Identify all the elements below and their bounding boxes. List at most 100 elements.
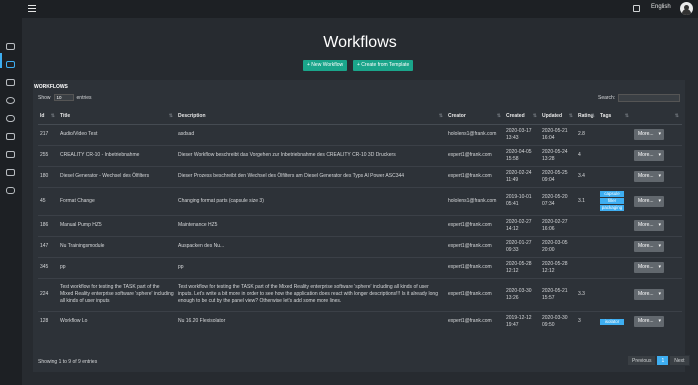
cell-description: Test workflow for testing the TASK part …: [176, 277, 446, 311]
table-row: 147 Nu Trainingsmodule Auspacken des Nu...…: [38, 235, 682, 257]
search-control: Search:: [598, 94, 681, 102]
more-dropdown-button[interactable]: More...: [634, 129, 664, 140]
cell-updated: 2020-05-24 13:28: [540, 144, 576, 166]
workflows-table: Id ⇅ Title ⇅ Description ⇅ Creator ⇅ Created…: [38, 108, 682, 332]
layers-icon[interactable]: [6, 79, 15, 86]
cell-created: 2020-05-28 12:12: [504, 256, 540, 278]
cell-actions: More...: [632, 165, 682, 187]
page-1-button[interactable]: 1: [656, 355, 670, 366]
cell-created: 2020-02-24 11:49: [504, 165, 540, 187]
devices-icon[interactable]: [6, 133, 15, 140]
cell-id: 224: [38, 277, 58, 311]
table-row: 224 Test workflow for testing the TASK pa…: [38, 277, 682, 311]
cell-created: 2019-10-01 05:41: [504, 186, 540, 215]
cell-actions: More...: [632, 256, 682, 278]
hamburger-icon[interactable]: [28, 5, 36, 12]
cell-creator: expert1@frank.com: [446, 165, 504, 187]
cell-title: Workflow Lo: [58, 310, 176, 332]
cell-title: Test workflow for testing the TASK part …: [58, 277, 176, 311]
cell-id: 147: [38, 235, 58, 257]
cell-actions: More...: [632, 186, 682, 215]
more-dropdown-button[interactable]: More...: [634, 262, 664, 273]
cell-tags: [598, 144, 632, 166]
create-from-template-button[interactable]: + Create from Template: [353, 60, 414, 71]
column-header-updated[interactable]: Updated ⇅: [540, 108, 576, 125]
cell-rating: 2.8: [576, 123, 598, 145]
more-dropdown-button[interactable]: More...: [634, 171, 664, 182]
cell-creator: expert1@frank.com: [446, 256, 504, 278]
cell-actions: More...: [632, 144, 682, 166]
column-header-description[interactable]: Description ⇅: [176, 108, 446, 125]
next-page-button[interactable]: Next: [669, 355, 690, 366]
cell-creator: expert1@frank.com: [446, 144, 504, 166]
cell-description: Dieser Workflow beschreibt das Vorgehen …: [176, 144, 446, 166]
entries-length-control: Show 10 entries: [38, 94, 92, 101]
table-row: 186 Manual Pump HZ5 Maintenance HZ5 expert1…: [38, 214, 682, 236]
column-header-tags[interactable]: Tags ⇅: [598, 108, 632, 125]
cell-tags: [598, 256, 632, 278]
cell-id: 45: [38, 186, 58, 215]
cloud-icon[interactable]: [6, 115, 15, 122]
more-dropdown-button[interactable]: More...: [634, 220, 664, 231]
cell-title: CREALITY CR-10 - Inbetriebnahme: [58, 144, 176, 166]
cell-tags: [598, 277, 632, 311]
cell-tags: isolator: [598, 310, 632, 332]
cell-title: Manual Pump HZ5: [58, 214, 176, 236]
column-header-creator[interactable]: Creator ⇅: [446, 108, 504, 125]
cell-description: asdsad: [176, 123, 446, 145]
cell-rating: 3.4: [576, 165, 598, 187]
cell-updated: 2020-05-28 12:12: [540, 256, 576, 278]
cell-title: Nu Trainingsmodule: [58, 235, 176, 257]
clone-icon[interactable]: [6, 169, 15, 176]
entries-select[interactable]: 10: [53, 94, 74, 101]
cell-rating: 3.1: [576, 186, 598, 215]
cell-rating: [576, 214, 598, 236]
search-input[interactable]: [618, 94, 681, 102]
more-dropdown-button[interactable]: More...: [634, 150, 664, 161]
tag-badge[interactable]: capsule: [600, 191, 624, 197]
table-row: 217 Audio/Video Test asdsad hololens1@frank…: [38, 123, 682, 145]
user-avatar-icon[interactable]: [680, 2, 693, 15]
tag-badge[interactable]: filler: [600, 198, 624, 204]
cell-description: Changing format parts (capsule size 3): [176, 186, 446, 215]
tag-badge[interactable]: packaging: [600, 205, 624, 211]
cell-description: Auspacken des Nu...: [176, 235, 446, 257]
cell-title: Audio/Video Test: [58, 123, 176, 145]
more-dropdown-button[interactable]: More...: [634, 241, 664, 252]
database-icon[interactable]: [6, 187, 15, 194]
sidebar-active-indicator: [0, 53, 2, 68]
more-dropdown-button[interactable]: More...: [634, 195, 664, 207]
cell-created: 2020-01-27 09:33: [504, 235, 540, 257]
cell-tags: [598, 214, 632, 236]
cell-creator: hololens1@frank.com: [446, 186, 504, 215]
cell-description: Maintenance HZ5: [176, 214, 446, 236]
cell-creator: expert1@frank.com: [446, 310, 504, 332]
fullscreen-icon[interactable]: [633, 5, 640, 12]
cell-tags: [598, 235, 632, 257]
copy-icon[interactable]: [6, 151, 15, 158]
cell-id: 217: [38, 123, 58, 145]
more-dropdown-button[interactable]: More...: [634, 316, 664, 328]
column-header-id[interactable]: Id ⇅: [38, 108, 58, 125]
cell-tags: [598, 123, 632, 145]
table-info: Showing 1 to 9 of 9 entries: [38, 359, 98, 365]
previous-page-button[interactable]: Previous: [627, 355, 657, 366]
column-header-actions: ⇅: [632, 108, 682, 125]
cell-title: Diesel Generator - Wechsel des Ölfilters: [58, 165, 176, 187]
cell-actions: More...: [632, 235, 682, 257]
column-header-created[interactable]: Created ⇅: [504, 108, 540, 125]
table-row: 345 pp pp expert1@frank.com 2020-05-28 12:12…: [38, 256, 682, 278]
column-header-rating[interactable]: Rating ⇅: [576, 108, 598, 125]
cell-updated: 2020-03-05 20:00: [540, 235, 576, 257]
desktop-icon[interactable]: [6, 61, 15, 68]
language-selector[interactable]: English: [651, 4, 671, 10]
user-icon[interactable]: [6, 97, 15, 104]
tag-badge[interactable]: isolator: [600, 318, 624, 325]
cell-id: 345: [38, 256, 58, 278]
more-dropdown-button[interactable]: More...: [634, 289, 664, 300]
show-label: Show: [38, 94, 51, 101]
cell-tags: [598, 165, 632, 187]
new-workflow-button[interactable]: + New Workflow: [303, 60, 348, 71]
cell-rating: 3: [576, 310, 598, 332]
column-header-title[interactable]: Title ⇅: [58, 108, 176, 125]
